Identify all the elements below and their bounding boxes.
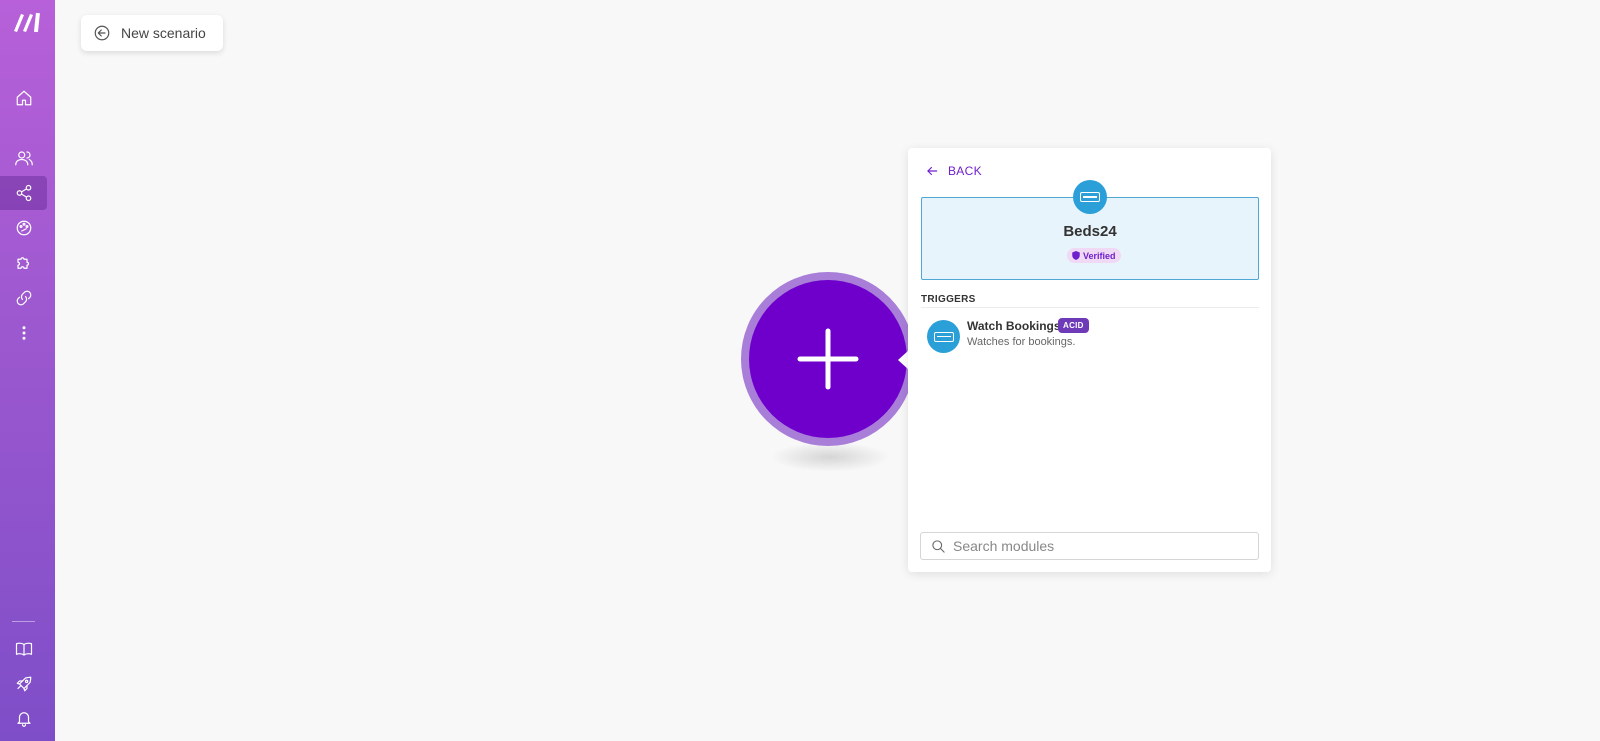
more-vertical-icon [22, 326, 25, 340]
users-icon [14, 151, 33, 166]
add-module-core [749, 280, 907, 438]
verified-badge: Verified [1067, 248, 1121, 263]
sidebar-divider [12, 621, 35, 622]
section-label-triggers: TRIGGERS [921, 294, 976, 305]
sidebar-item-more[interactable] [0, 316, 47, 350]
search-modules-box [920, 532, 1259, 560]
sidebar-item-connections[interactable] [0, 281, 47, 315]
panel-back-button[interactable]: BACK [925, 162, 982, 180]
add-module-shadow [770, 442, 890, 472]
panel-back-label: BACK [948, 164, 982, 178]
share-nodes-icon [16, 184, 31, 202]
home-icon [16, 90, 31, 106]
sidebar-item-scenarios[interactable] [0, 176, 47, 210]
sidebar-item-help[interactable] [0, 632, 47, 666]
module-description: Watches for bookings. [967, 336, 1076, 348]
module-item-watch-bookings[interactable]: Watch Bookings ACID Watches for bookings… [921, 316, 1259, 356]
scenario-title: New scenario [121, 25, 206, 41]
search-modules-input[interactable] [953, 535, 1243, 557]
arrow-left-icon [927, 166, 938, 176]
verified-badge-label: Verified [1083, 250, 1116, 261]
module-picker-panel: BACK Beds24 Verified TRIGGERS Watch Book… [908, 148, 1271, 572]
beds24-module-icon [927, 320, 960, 353]
sidebar [0, 0, 55, 741]
acid-badge: ACID [1058, 318, 1089, 333]
rocket-icon [16, 676, 31, 692]
sidebar-item-home[interactable] [0, 81, 47, 115]
sidebar-item-apps[interactable] [0, 246, 47, 280]
beds24-logo-icon [1073, 180, 1107, 214]
section-divider [921, 307, 1259, 308]
add-module-button[interactable] [741, 272, 915, 446]
puzzle-icon [16, 257, 29, 269]
sidebar-item-templates[interactable] [0, 211, 47, 245]
back-to-scenarios-button[interactable]: New scenario [81, 15, 223, 51]
arrow-left-circle-icon [94, 25, 110, 41]
link-icon [16, 290, 31, 306]
make-logo-icon[interactable] [8, 8, 48, 36]
bell-icon [16, 712, 31, 727]
app-name: Beds24 [1063, 223, 1117, 240]
search-icon [932, 539, 945, 553]
plus-icon [797, 328, 859, 390]
sidebar-item-notifications[interactable] [0, 701, 47, 735]
sidebar-item-whats-new[interactable] [0, 667, 47, 701]
shield-icon [1072, 251, 1080, 260]
palette-icon [16, 220, 31, 236]
book-icon [15, 642, 32, 656]
sidebar-item-team[interactable] [0, 141, 47, 175]
module-name: Watch Bookings [967, 319, 1061, 333]
